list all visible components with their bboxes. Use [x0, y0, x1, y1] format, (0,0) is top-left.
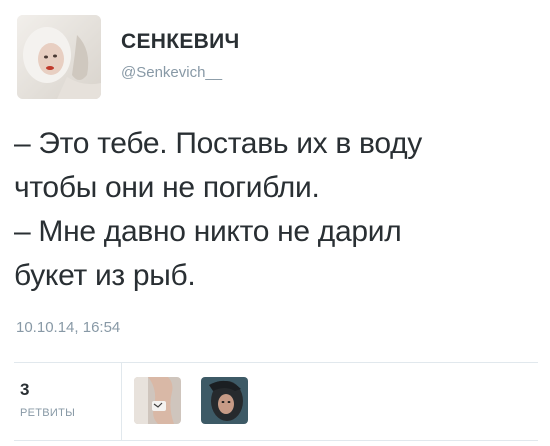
- tweet-card: СЕНКЕВИЧ @Senkevich__ – Это тебе. Постав…: [0, 0, 550, 446]
- tweet-text-line: – Это тебе. Поставь их в воду: [14, 127, 422, 160]
- retweeter-avatar-1[interactable]: [134, 377, 181, 424]
- tweet-timestamp[interactable]: 10.10.14, 16:54: [16, 319, 120, 336]
- stats-divider: [121, 363, 122, 440]
- tweet-text-line: чтобы они не погибли.: [14, 171, 320, 204]
- divider: [14, 362, 538, 363]
- tweet-text-line: букет из рыб.: [14, 259, 196, 292]
- divider: [14, 440, 538, 441]
- retweeter-avatar-2[interactable]: [201, 377, 248, 424]
- author-handle[interactable]: @Senkevich__: [121, 64, 222, 81]
- author-name[interactable]: СЕНКЕВИЧ: [121, 30, 240, 54]
- tweet-text: – Это тебе. Поставь их в воду чтобы они …: [14, 122, 534, 298]
- retweet-count[interactable]: 3: [20, 380, 29, 400]
- tweet-text-line: – Мне давно никто не дарил: [14, 215, 402, 248]
- author-avatar[interactable]: [17, 15, 101, 99]
- retweet-label[interactable]: РЕТВИТЫ: [20, 407, 75, 419]
